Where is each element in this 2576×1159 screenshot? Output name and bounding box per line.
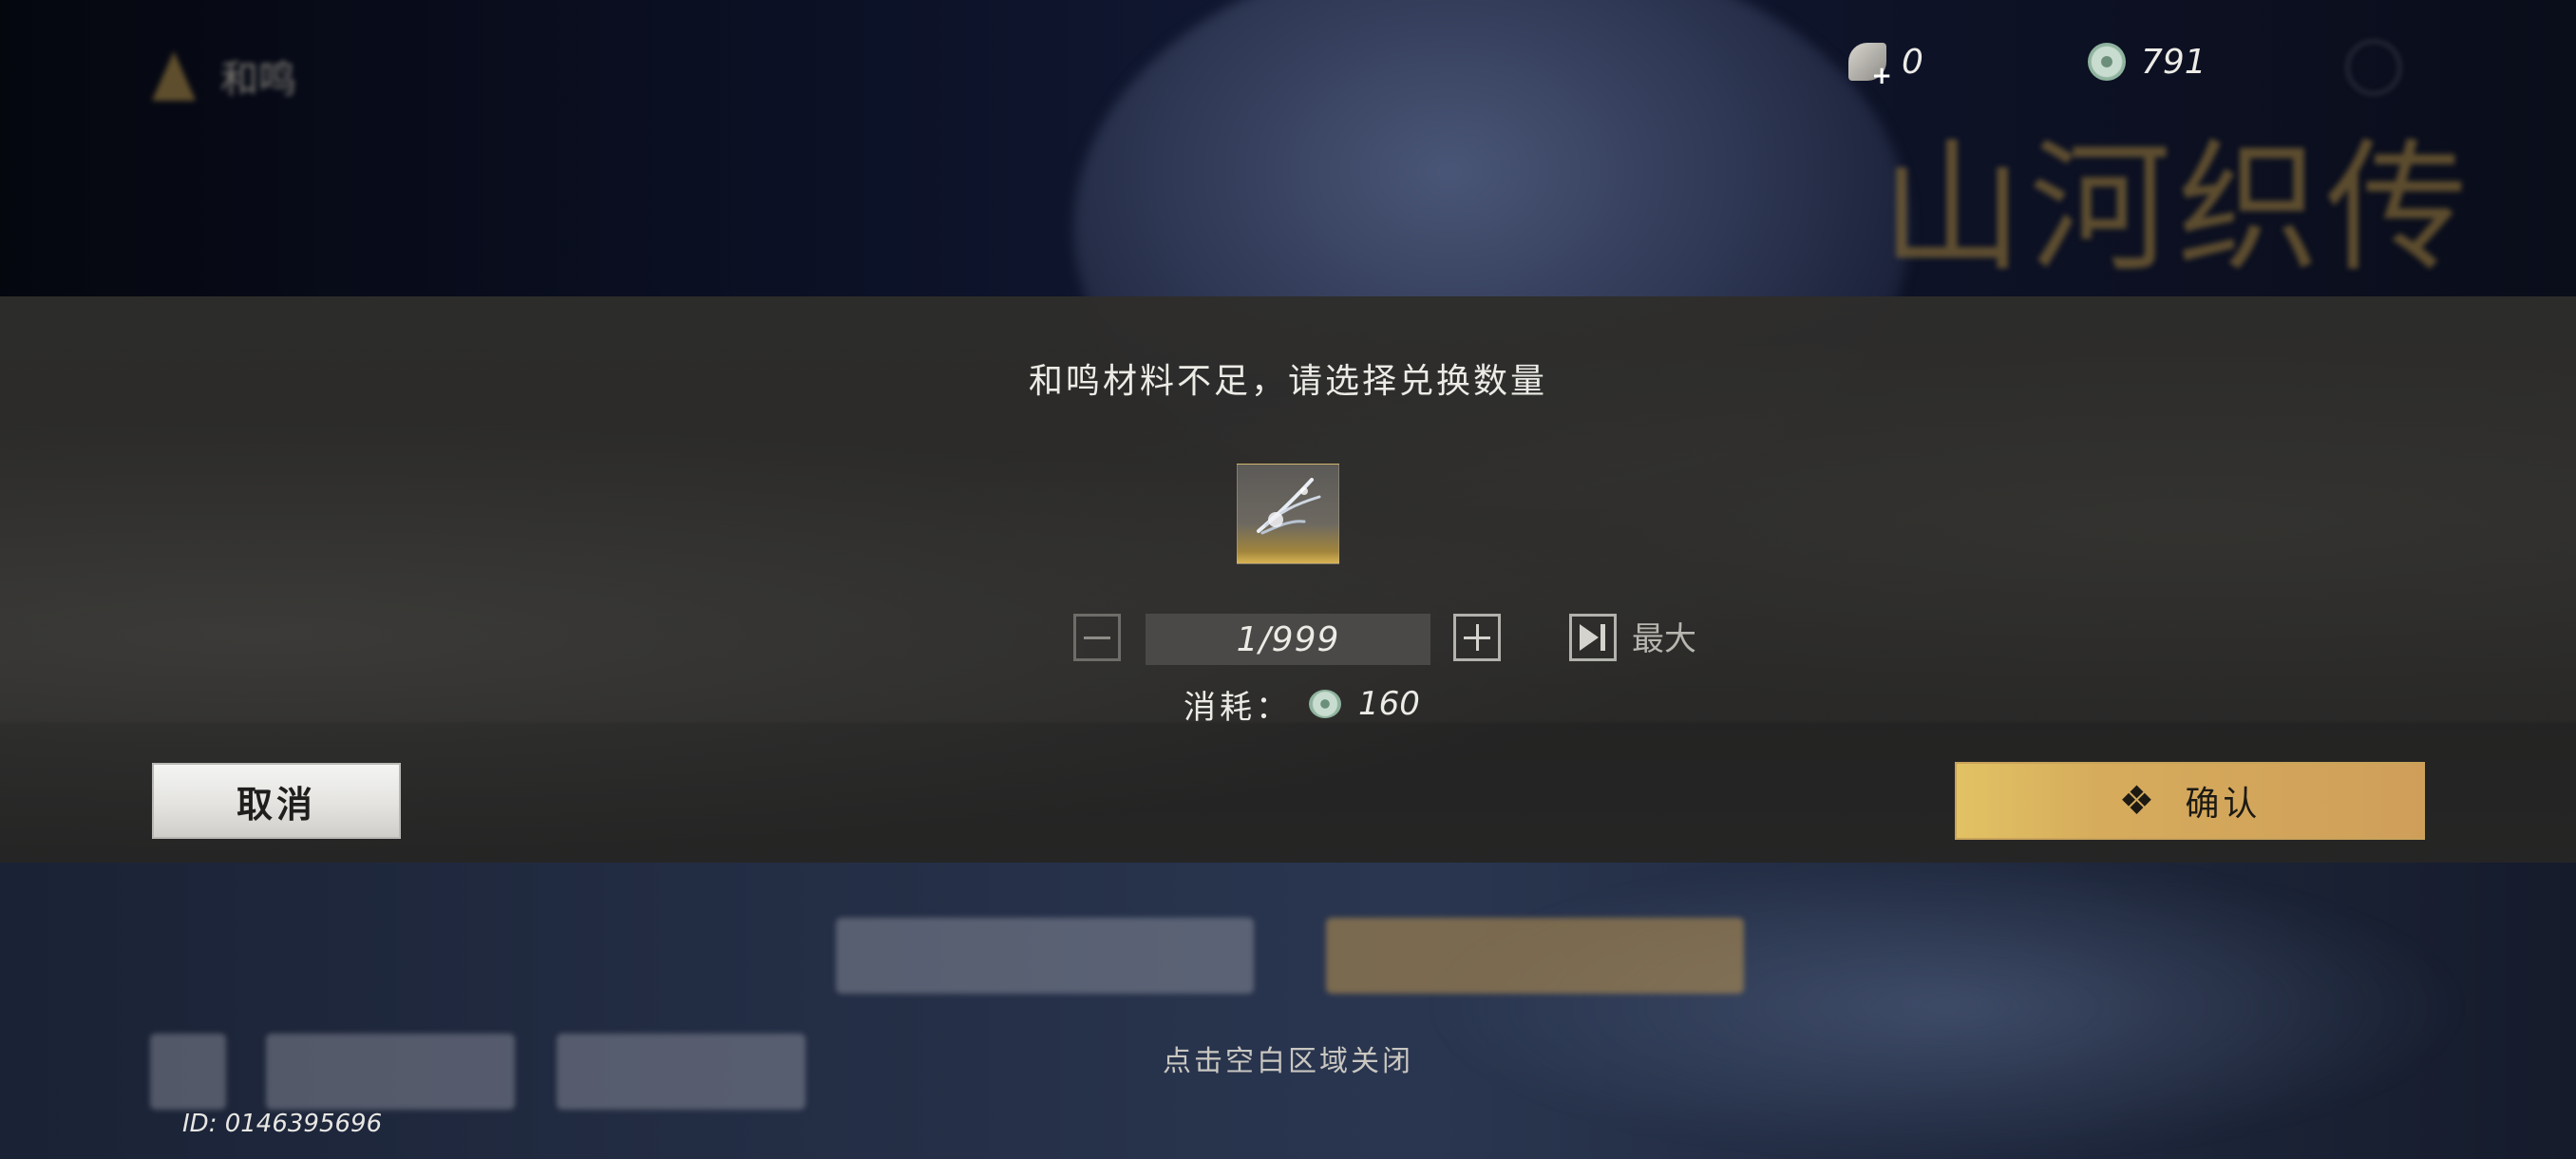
- cost-row: 消耗： 160: [1184, 680, 1420, 728]
- diamond-icon: ❖: [2118, 777, 2159, 824]
- max-button[interactable]: [1569, 614, 1617, 661]
- jade-coin-icon: [2088, 43, 2126, 81]
- close-hint[interactable]: 点击空白区域关闭: [0, 1037, 2576, 1079]
- feather-material-icon[interactable]: [1237, 464, 1339, 564]
- cost-label: 消耗：: [1184, 688, 1292, 727]
- confirm-button[interactable]: ❖ 确认: [1955, 762, 2425, 840]
- background-button-blurred: [836, 918, 1254, 994]
- player-badge: 和鸣: [152, 48, 296, 104]
- player-id: ID: 0146395696: [182, 1110, 383, 1138]
- jade-coin-icon: [1309, 690, 1341, 718]
- feather-add-icon[interactable]: [1848, 43, 1892, 90]
- settings-icon: [2346, 40, 2401, 95]
- dialog-title: 和鸣材料不足，请选择兑换数量: [1028, 362, 1547, 401]
- player-name: 和鸣: [220, 58, 296, 102]
- exchange-dialog: 和鸣材料不足，请选择兑换数量 1/999 最大 消耗： 160 取消 ❖ 确认: [0, 296, 2576, 863]
- jade-currency: 791: [2088, 38, 2207, 86]
- minus-icon: [1084, 636, 1110, 639]
- background-glow: [1425, 855, 2470, 1159]
- confirm-label: 确认: [2185, 785, 2262, 824]
- rank-icon: [152, 51, 196, 101]
- background-button-blurred: [1326, 918, 1744, 994]
- max-label[interactable]: 最大: [1632, 616, 1696, 663]
- cancel-button[interactable]: 取消: [152, 763, 401, 839]
- jade-currency-value: 791: [2141, 42, 2207, 82]
- background-calligraphy: 山河织传: [1881, 126, 2474, 292]
- skip-to-max-icon: [1580, 624, 1605, 651]
- feather-currency[interactable]: 0: [1848, 38, 1923, 90]
- plus-icon-vertical: [1475, 624, 1479, 651]
- feather-currency-value: 0: [1902, 42, 1923, 82]
- cancel-label: 取消: [236, 782, 316, 826]
- decrease-button[interactable]: [1073, 614, 1121, 661]
- cost-value: 160: [1358, 685, 1420, 723]
- increase-button[interactable]: [1453, 614, 1501, 661]
- quantity-input[interactable]: 1/999: [1146, 614, 1430, 665]
